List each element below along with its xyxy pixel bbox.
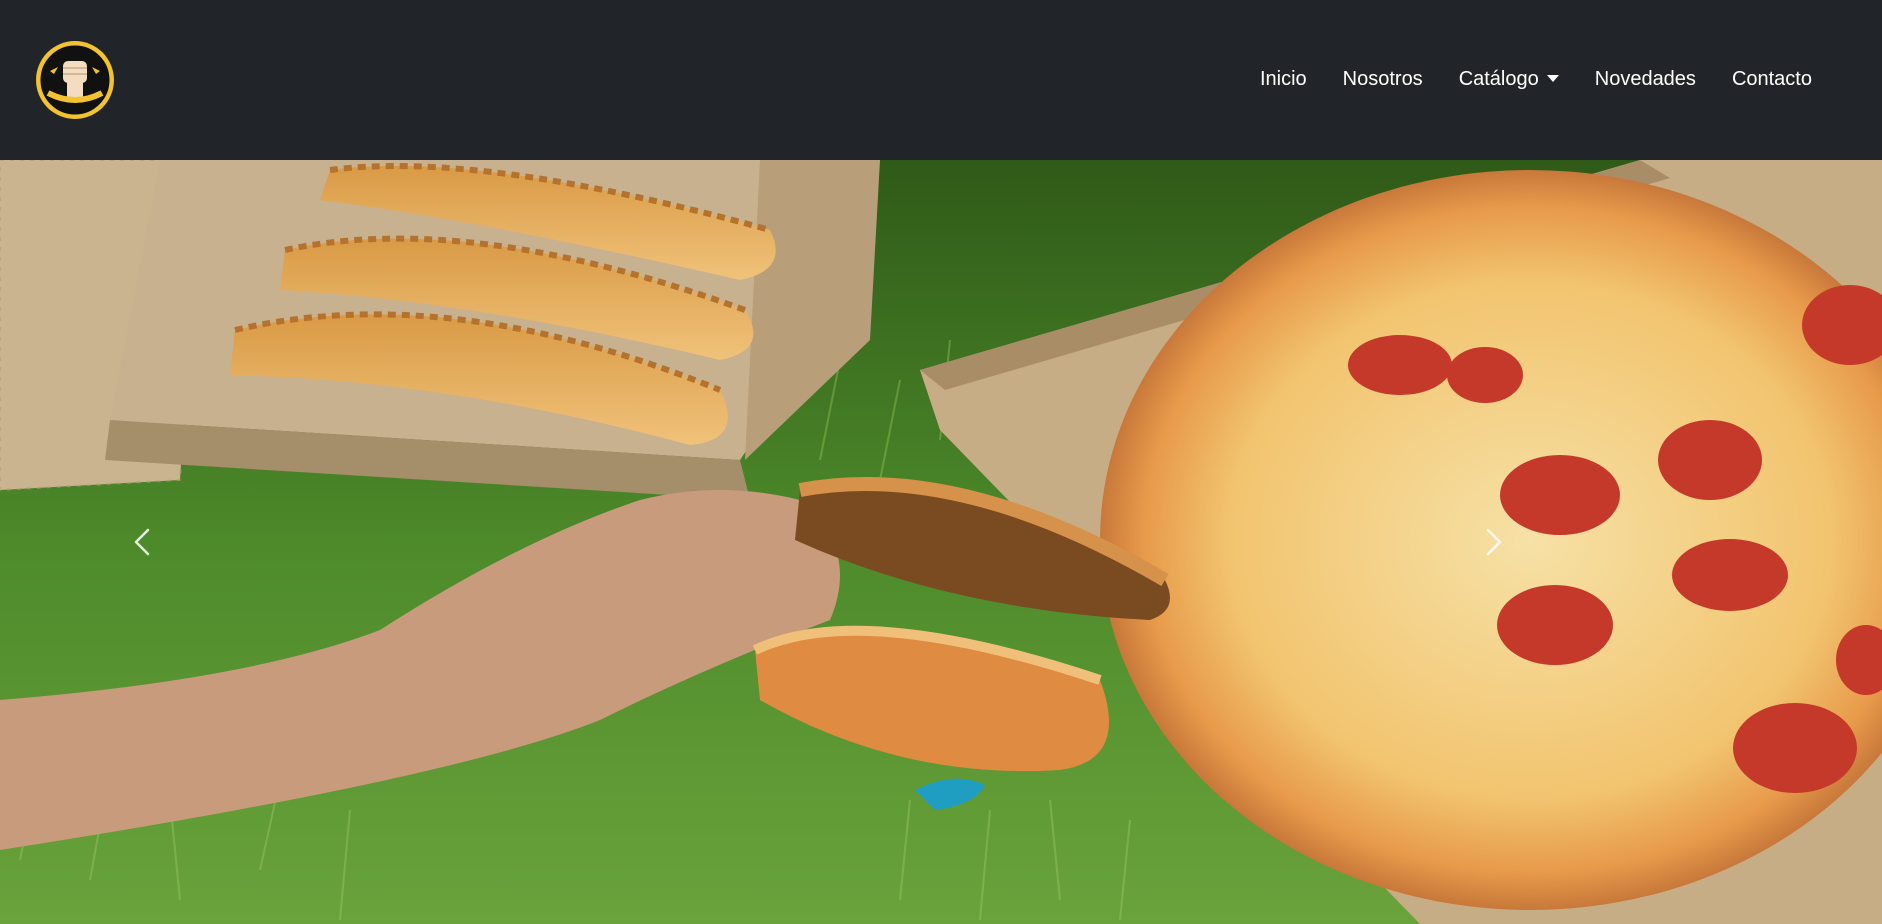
- hero-carousel: [0, 160, 1882, 924]
- brand-logo[interactable]: [36, 41, 114, 119]
- raised-fist-icon: [37, 42, 113, 118]
- top-navbar: Inicio Nosotros Catálogo Novedades Conta…: [0, 0, 1882, 160]
- nav-catalogo-dropdown[interactable]: Catálogo: [1441, 58, 1577, 101]
- chevron-right-icon: [1486, 528, 1502, 556]
- nav-nosotros[interactable]: Nosotros: [1325, 58, 1441, 101]
- nav-inicio[interactable]: Inicio: [1242, 58, 1325, 101]
- nav-catalogo-label: Catálogo: [1458, 68, 1539, 90]
- nav-nosotros-label: Nosotros: [1342, 68, 1423, 90]
- carousel-prev-button[interactable]: [72, 160, 212, 924]
- empanadas-and-pizza-photo: [0, 160, 1882, 924]
- chevron-left-icon: [134, 528, 150, 556]
- caret-down-icon: [1546, 75, 1559, 82]
- nav-inicio-label: Inicio: [1259, 68, 1307, 90]
- nav-contacto-label: Contacto: [1731, 68, 1812, 90]
- main-nav: Inicio Nosotros Catálogo Novedades Conta…: [1242, 58, 1830, 101]
- carousel-next-button[interactable]: [1424, 160, 1564, 924]
- nav-contacto[interactable]: Contacto: [1714, 58, 1830, 101]
- nav-novedades[interactable]: Novedades: [1577, 58, 1714, 101]
- nav-novedades-label: Novedades: [1594, 68, 1696, 90]
